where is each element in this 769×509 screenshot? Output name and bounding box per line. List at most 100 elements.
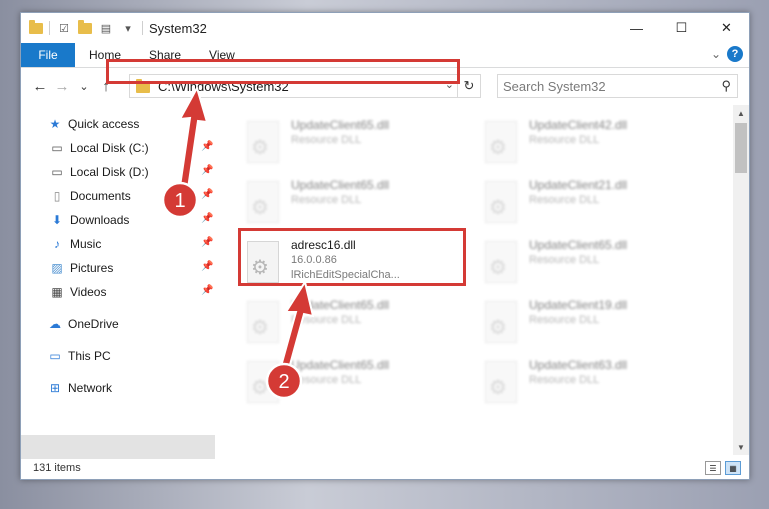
file-tile[interactable]: ⚙ UpdateClient65.dll Resource DLL <box>243 177 463 231</box>
title-bar: ☑ ▤ ▾ System32 — ☐ ✕ <box>21 13 749 43</box>
maximize-button[interactable]: ☐ <box>659 13 704 43</box>
file-tile[interactable]: ⚙ UpdateClient65.dll Resource DLL <box>243 297 463 351</box>
sidebar-item-label: OneDrive <box>68 317 119 331</box>
sidebar-item-local-disk-c[interactable]: ▭ Local Disk (C:) <box>49 137 149 159</box>
window-title: System32 <box>149 20 207 36</box>
dll-file-icon: ⚙ <box>481 301 521 347</box>
quick-access-toolbar: ☑ ▤ ▾ <box>29 19 143 36</box>
sidebar-item-onedrive[interactable]: ☁ OneDrive <box>47 313 119 335</box>
sidebar-item-pictures[interactable]: ▨ Pictures <box>49 257 113 279</box>
pin-icon[interactable]: 📌 <box>201 237 213 248</box>
chevron-down-icon[interactable]: ▾ <box>120 20 136 36</box>
pin-icon[interactable]: 📌 <box>201 213 213 224</box>
ribbon-tabs: File Home Share View ⌄ ? <box>21 43 749 68</box>
refresh-button[interactable]: ↻ <box>457 75 480 97</box>
sidebar-item-videos[interactable]: ▦ Videos <box>49 281 106 303</box>
file-name: UpdateClient65.dll <box>291 178 390 192</box>
pin-icon[interactable]: 📌 <box>201 285 213 296</box>
file-name: UpdateClient21.dll <box>529 178 628 192</box>
folder-icon <box>29 19 43 34</box>
dll-file-icon: ⚙ <box>481 181 521 227</box>
file-tile[interactable]: ⚙ UpdateClient19.dll Resource DLL <box>481 297 701 351</box>
dll-file-icon: ⚙ <box>243 181 283 227</box>
music-icon: ♪ <box>54 237 60 251</box>
file-tile[interactable]: ⚙ UpdateClient21.dll Resource DLL <box>481 177 701 231</box>
file-type: Resource DLL <box>291 134 362 146</box>
sidebar-item-downloads[interactable]: ⬇ Downloads <box>49 209 129 231</box>
dll-file-icon: ⚙ <box>481 361 521 407</box>
expand-ribbon-icon[interactable]: ⌄ <box>711 47 721 61</box>
close-button[interactable]: ✕ <box>704 13 749 43</box>
sidebar-item-quick-access[interactable]: ★ Quick access <box>47 113 140 135</box>
pictures-icon: ▨ <box>51 261 63 275</box>
search-icon[interactable]: ⚲ <box>721 78 731 94</box>
file-tile[interactable]: ⚙ UpdateClient65.dll Resource DLL <box>481 237 701 291</box>
customize-toolbar-icon[interactable]: ▤ <box>98 20 114 36</box>
up-button[interactable]: ↑ <box>95 78 117 95</box>
file-name: UpdateClient65.dll <box>529 238 628 252</box>
recent-locations-button[interactable]: ⌄ <box>73 80 95 93</box>
search-input[interactable]: Search System32 ⚲ <box>497 74 738 98</box>
sidebar-item-label: Downloads <box>70 213 130 227</box>
file-name: UpdateClient42.dll <box>529 118 628 132</box>
file-highlight-box <box>238 228 466 286</box>
file-tile[interactable]: ⚙ UpdateClient65.dll Resource DLL <box>243 357 463 411</box>
sidebar-item-this-pc[interactable]: ▭ This PC <box>47 345 111 367</box>
tab-file[interactable]: File <box>21 43 75 67</box>
sidebar-item-label: Pictures <box>70 261 114 275</box>
sidebar-item-local-disk-d[interactable]: ▭ Local Disk (D:) <box>49 161 148 183</box>
file-name: UpdateClient19.dll <box>529 298 628 312</box>
minimize-button[interactable]: — <box>614 13 659 43</box>
vertical-scrollbar[interactable]: ▲ ▼ <box>733 105 749 455</box>
drive-icon: ▭ <box>51 165 63 179</box>
cloud-icon: ☁ <box>49 317 61 331</box>
address-bar[interactable]: C:\Windows\System32 ⌄ ↻ <box>129 74 481 98</box>
file-tile[interactable]: ⚙ UpdateClient42.dll Resource DLL <box>481 117 701 171</box>
sidebar-item-label: This PC <box>68 349 111 363</box>
properties-icon[interactable]: ☑ <box>56 20 72 36</box>
dll-file-icon: ⚙ <box>243 121 283 167</box>
pin-icon[interactable]: 📌 <box>201 141 213 152</box>
scroll-down-icon[interactable]: ▼ <box>733 439 749 455</box>
selected-row-background <box>21 435 215 459</box>
new-folder-icon[interactable] <box>78 19 92 34</box>
pin-icon[interactable]: 📌 <box>201 165 213 176</box>
file-type: Resource DLL <box>291 374 362 386</box>
sidebar-item-music[interactable]: ♪ Music <box>49 233 101 255</box>
download-icon: ⬇ <box>51 213 63 227</box>
dll-file-icon: ⚙ <box>481 121 521 167</box>
file-type: Resource DLL <box>291 194 362 206</box>
help-icon[interactable]: ? <box>727 46 743 62</box>
sidebar-item-label: Network <box>68 381 113 395</box>
file-name: UpdateClient65.dll <box>291 298 390 312</box>
file-type: Resource DLL <box>529 194 600 206</box>
tab-view[interactable]: View <box>195 43 249 67</box>
dll-file-icon: ⚙ <box>243 301 283 347</box>
sidebar-item-label: Videos <box>70 285 107 299</box>
tiles-view-icon[interactable]: ▦ <box>725 461 741 475</box>
ribbon-right: ⌄ ? <box>711 46 743 62</box>
sidebar-item-documents[interactable]: ▯ Documents <box>49 185 131 207</box>
tab-share[interactable]: Share <box>135 43 195 67</box>
pin-icon[interactable]: 📌 <box>201 261 213 272</box>
file-name: UpdateClient65.dll <box>291 118 390 132</box>
forward-button[interactable]: → <box>51 78 73 95</box>
back-button[interactable]: ← <box>29 78 51 95</box>
scrollbar-thumb[interactable] <box>735 123 747 173</box>
navigation-pane: ★ Quick access ▭ Local Disk (C:) 📌 ▭ Loc… <box>21 105 215 459</box>
sidebar-item-label: Local Disk (C:) <box>70 141 149 155</box>
network-icon: ⊞ <box>49 381 61 395</box>
file-tile[interactable]: ⚙ UpdateClient63.dll Resource DLL <box>481 357 701 411</box>
divider <box>142 21 143 35</box>
file-tile[interactable]: ⚙ UpdateClient65.dll Resource DLL <box>243 117 463 171</box>
tab-home[interactable]: Home <box>75 43 135 67</box>
sidebar-item-network[interactable]: ⊞ Network <box>47 377 112 399</box>
file-name: UpdateClient63.dll <box>529 358 628 372</box>
address-path[interactable]: C:\Windows\System32 <box>158 79 289 94</box>
scroll-up-icon[interactable]: ▲ <box>733 105 749 121</box>
divider <box>49 21 50 35</box>
address-dropdown-icon[interactable]: ⌄ <box>445 78 454 91</box>
sidebar-item-label: Music <box>70 237 102 251</box>
details-view-icon[interactable]: ☰ <box>705 461 721 475</box>
pin-icon[interactable]: 📌 <box>201 189 213 200</box>
